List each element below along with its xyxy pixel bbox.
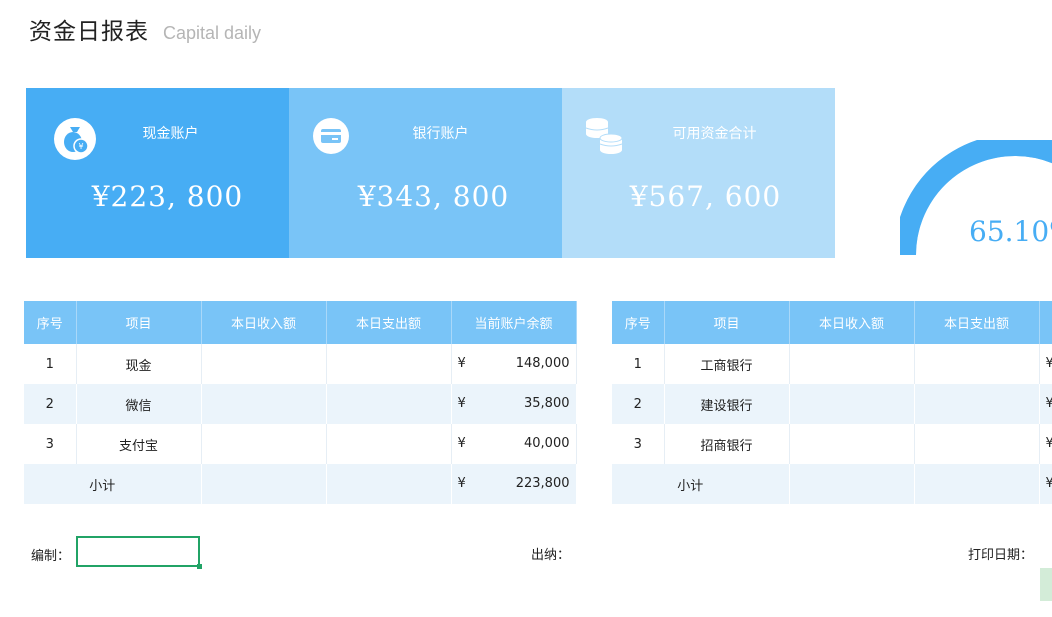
col-header-income: 本日收入额 <box>201 301 327 344</box>
row-expense[interactable] <box>914 344 1040 384</box>
row-item[interactable]: 现金 <box>76 344 202 384</box>
row-balance[interactable]: ¥ <box>1039 344 1052 384</box>
row-no[interactable]: 1 <box>612 344 665 384</box>
card-value: ¥343, 800 <box>357 180 510 213</box>
table-header-row: 序号 项目 本日收入额 本日支出额 当前账户余额 <box>24 301 577 344</box>
currency-symbol: ¥ <box>457 356 466 371</box>
balance-amount: 223,800 <box>515 476 570 491</box>
row-expense[interactable] <box>914 384 1040 424</box>
subtotal-row: 小计 ¥ <box>612 464 1052 504</box>
card-value: ¥567, 600 <box>629 180 782 213</box>
table-row: 1 工商银行 ¥ <box>612 344 1052 384</box>
currency-symbol: ¥ <box>1045 436 1052 451</box>
subtotal-balance[interactable]: ¥ 223,800 <box>451 464 577 504</box>
row-income[interactable] <box>201 344 327 384</box>
row-expense[interactable] <box>326 344 452 384</box>
row-balance[interactable]: ¥ 35,800 <box>451 384 577 424</box>
col-header-no: 序号 <box>24 301 77 344</box>
row-balance[interactable]: ¥ <box>1039 384 1052 424</box>
row-expense[interactable] <box>326 384 452 424</box>
row-income[interactable] <box>789 384 915 424</box>
row-item[interactable]: 微信 <box>76 384 202 424</box>
subtotal-row: 小计 ¥ 223,800 <box>24 464 577 504</box>
table-row: 2 微信 ¥ 35,800 <box>24 384 577 424</box>
col-header-expense: 本日支出额 <box>326 301 452 344</box>
page-subtitle: Capital daily <box>163 23 262 43</box>
currency-symbol: ¥ <box>1045 396 1052 411</box>
bank-accounts-table: 序号 项目 本日收入额 本日支出额 1 工商银行 ¥ 2 建设银行 ¥ 3 招商… <box>612 301 1052 504</box>
col-header-balance: 当前账户余额 <box>451 301 577 344</box>
row-item[interactable]: 建设银行 <box>664 384 790 424</box>
subtotal-income[interactable] <box>789 464 915 504</box>
card-label: 银行账户 <box>412 126 469 142</box>
row-income[interactable] <box>201 424 327 464</box>
row-item[interactable]: 工商银行 <box>664 344 790 384</box>
table-row: 3 招商银行 ¥ <box>612 424 1052 464</box>
col-header-no: 序号 <box>612 301 665 344</box>
card-label: 可用资金合计 <box>672 126 757 142</box>
editor-label: 编制： <box>31 549 71 564</box>
subtotal-label[interactable]: 小计 <box>24 464 202 504</box>
row-balance[interactable]: ¥ 148,000 <box>451 344 577 384</box>
print-date-label: 打印日期： <box>968 548 1034 563</box>
row-balance[interactable]: ¥ 40,000 <box>451 424 577 464</box>
row-no[interactable]: 3 <box>24 424 77 464</box>
row-no[interactable]: 2 <box>612 384 665 424</box>
col-header-income: 本日收入额 <box>789 301 915 344</box>
row-item[interactable]: 支付宝 <box>76 424 202 464</box>
currency-symbol: ¥ <box>457 396 466 411</box>
row-item[interactable]: 招商银行 <box>664 424 790 464</box>
cash-account-card: ¥ 现金账户 ¥223, 800 <box>26 88 289 258</box>
subtotal-expense[interactable] <box>326 464 452 504</box>
col-header-item: 项目 <box>664 301 790 344</box>
row-no[interactable]: 3 <box>612 424 665 464</box>
bank-accounts-table-viewport: 序号 项目 本日收入额 本日支出额 1 工商银行 ¥ 2 建设银行 ¥ 3 招商… <box>612 301 1052 506</box>
row-no[interactable]: 1 <box>24 344 77 384</box>
col-header-item: 项目 <box>76 301 202 344</box>
card-label: 现金账户 <box>142 126 199 142</box>
row-expense[interactable] <box>914 424 1040 464</box>
bank-account-card: 银行账户 ¥343, 800 <box>289 88 562 258</box>
row-balance[interactable]: ¥ <box>1039 424 1052 464</box>
balance-amount: 148,000 <box>515 356 570 371</box>
col-header-balance <box>1039 301 1052 344</box>
subtotal-balance[interactable]: ¥ <box>1039 464 1052 504</box>
currency-symbol: ¥ <box>1045 356 1052 371</box>
page-title-group: 资金日报表 Capital daily <box>29 12 261 46</box>
editor-input-cell[interactable] <box>76 536 202 569</box>
table-row: 2 建设银行 ¥ <box>612 384 1052 424</box>
funds-ratio-gauge: 65.10% <box>900 140 1052 260</box>
available-funds-card: 可用资金合计 ¥567, 600 <box>562 88 835 258</box>
row-no[interactable]: 2 <box>24 384 77 424</box>
cashier-label: 出纳： <box>531 548 571 563</box>
subtotal-expense[interactable] <box>914 464 1040 504</box>
gauge-percent-label: 65.10% <box>969 215 1052 248</box>
currency-symbol: ¥ <box>457 436 466 451</box>
balance-amount: 35,800 <box>524 396 570 411</box>
page-title: 资金日报表 <box>29 19 149 45</box>
row-expense[interactable] <box>326 424 452 464</box>
table-header-row: 序号 项目 本日收入额 本日支出额 <box>612 301 1052 344</box>
subtotal-income[interactable] <box>201 464 327 504</box>
col-header-expense: 本日支出额 <box>914 301 1040 344</box>
cash-accounts-table: 序号 项目 本日收入额 本日支出额 当前账户余额 1 现金 ¥ 148,000 … <box>24 301 577 504</box>
currency-symbol: ¥ <box>1045 476 1052 491</box>
row-income[interactable] <box>201 384 327 424</box>
card-value: ¥223, 800 <box>91 180 244 213</box>
row-income[interactable] <box>789 424 915 464</box>
row-income[interactable] <box>789 344 915 384</box>
currency-symbol: ¥ <box>457 476 466 491</box>
table-row: 3 支付宝 ¥ 40,000 <box>24 424 577 464</box>
svg-text:¥: ¥ <box>78 142 83 151</box>
subtotal-label[interactable]: 小计 <box>612 464 790 504</box>
selected-cell-edge[interactable] <box>1040 568 1052 601</box>
balance-amount: 40,000 <box>524 436 570 451</box>
table-row: 1 现金 ¥ 148,000 <box>24 344 577 384</box>
